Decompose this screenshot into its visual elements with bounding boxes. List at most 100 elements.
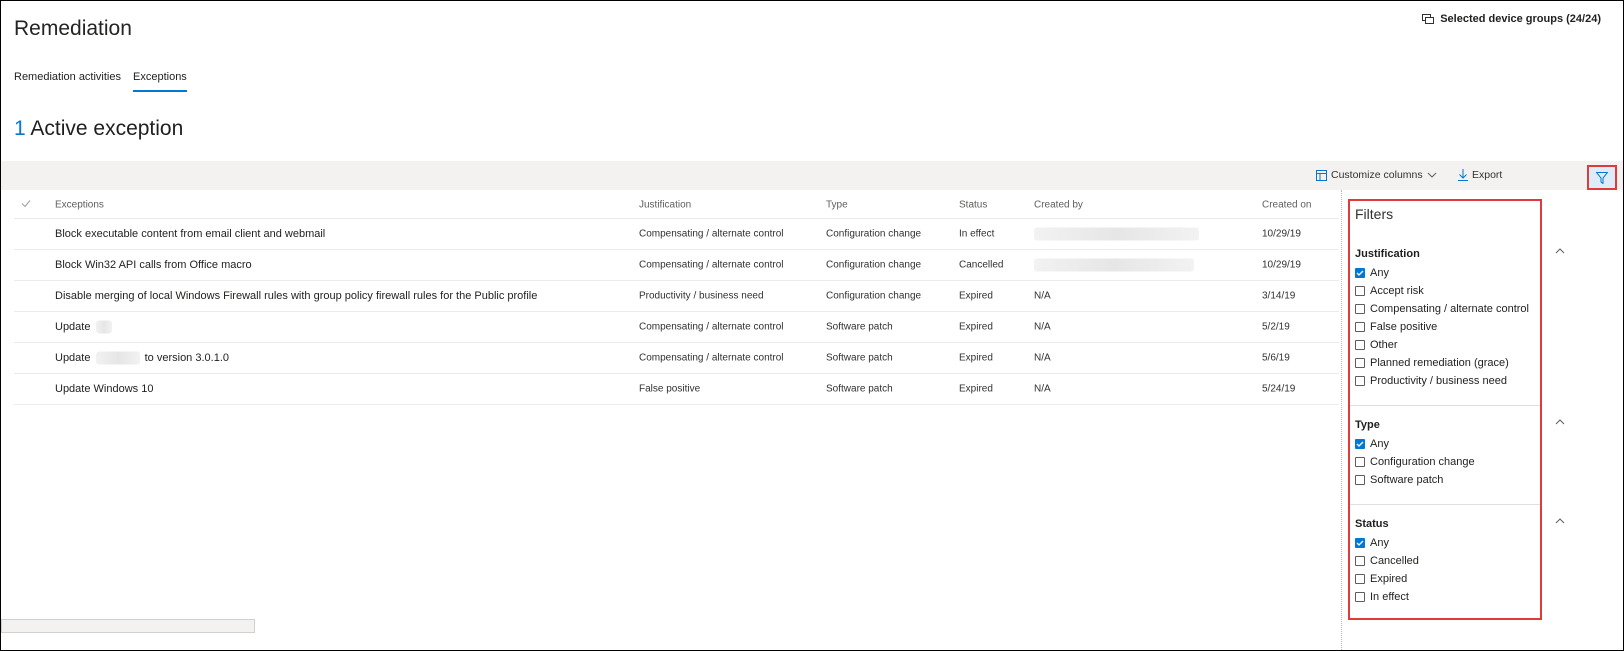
status-section-header[interactable]: Status <box>1355 518 1560 530</box>
export-button[interactable]: Export <box>1458 169 1502 181</box>
header-created-on[interactable]: Created on <box>1262 200 1311 211</box>
customize-columns-button[interactable]: Customize columns <box>1316 169 1437 181</box>
filter-option-in-effect[interactable]: In effect <box>1355 588 1565 606</box>
chevron-up-icon[interactable] <box>1555 419 1565 425</box>
table-row[interactable]: Update to version 3.0.1.0 Compensating /… <box>14 343 1339 374</box>
exception-count-label: Active exception <box>30 117 184 140</box>
filter-option-cancelled[interactable]: Cancelled <box>1355 552 1565 570</box>
checkbox[interactable] <box>1355 340 1365 350</box>
filter-section-status: Status Any Cancelled Expired In effect <box>1355 518 1565 606</box>
checkbox[interactable] <box>1355 475 1365 485</box>
section-divider <box>1350 405 1540 406</box>
tab-remediation-activities[interactable]: Remediation activities <box>14 71 121 92</box>
type-cell: Software patch <box>826 321 893 333</box>
header-created-by[interactable]: Created by <box>1034 200 1083 211</box>
checkbox-checked[interactable] <box>1355 538 1365 548</box>
exception-name[interactable]: Block Win32 API calls from Office macro <box>55 259 252 271</box>
filter-option-false-positive[interactable]: False positive <box>1355 318 1565 336</box>
checkbox[interactable] <box>1355 457 1365 467</box>
device-groups-button[interactable]: Selected device groups (24/24) <box>1422 13 1601 25</box>
option-label: Any <box>1370 267 1389 279</box>
checkbox[interactable] <box>1355 376 1365 386</box>
filter-option-productivity[interactable]: Productivity / business need <box>1355 372 1565 390</box>
exception-name[interactable]: Block executable content from email clie… <box>55 228 325 240</box>
filter-option-accept-risk[interactable]: Accept risk <box>1355 282 1565 300</box>
option-label: Any <box>1370 438 1389 450</box>
created-by-cell: N/A <box>1034 383 1051 395</box>
filter-section-justification: Justification Any Accept risk Compensati… <box>1355 248 1565 390</box>
filter-button[interactable] <box>1587 165 1617 190</box>
filter-option-compensating[interactable]: Compensating / alternate control <box>1355 300 1565 318</box>
justification-cell: Compensating / alternate control <box>639 259 784 271</box>
table-row[interactable]: Disable merging of local Windows Firewal… <box>14 281 1339 312</box>
type-section-header[interactable]: Type <box>1355 419 1560 431</box>
download-icon <box>1458 169 1468 181</box>
chevron-up-icon[interactable] <box>1555 518 1565 524</box>
type-cell: Software patch <box>826 383 893 395</box>
exception-name: Update <box>55 351 91 364</box>
filter-option-any[interactable]: Any <box>1355 435 1565 453</box>
filter-option-expired[interactable]: Expired <box>1355 570 1565 588</box>
checkbox[interactable] <box>1355 592 1365 602</box>
filter-option-software-patch[interactable]: Software patch <box>1355 471 1565 489</box>
type-section-label: Type <box>1355 419 1380 431</box>
checkbox-checked[interactable] <box>1355 268 1365 278</box>
justification-cell: Compensating / alternate control <box>639 228 784 240</box>
customize-columns-label: Customize columns <box>1331 169 1423 181</box>
option-label: Other <box>1370 339 1398 351</box>
exceptions-table: Exceptions Justification Type Status Cre… <box>14 192 1339 405</box>
exception-name-cell[interactable]: Update <box>55 320 112 334</box>
export-label: Export <box>1472 169 1503 181</box>
created-by-cell: N/A <box>1034 352 1051 364</box>
select-all-checkmark-icon[interactable] <box>21 200 31 211</box>
tab-exceptions[interactable]: Exceptions <box>133 71 187 92</box>
option-label: Configuration change <box>1370 456 1475 468</box>
filters-title: Filters <box>1355 206 1394 222</box>
status-cell: Expired <box>959 352 993 364</box>
checkbox[interactable] <box>1355 304 1365 314</box>
checkbox[interactable] <box>1355 556 1365 566</box>
exception-name-cell[interactable]: Update to version 3.0.1.0 <box>55 351 229 365</box>
table-row[interactable]: Update Windows 10 False positive Softwar… <box>14 374 1339 405</box>
checkbox-checked[interactable] <box>1355 439 1365 449</box>
type-cell: Configuration change <box>826 259 922 271</box>
chevron-down-icon <box>1427 172 1436 178</box>
filter-option-configuration-change[interactable]: Configuration change <box>1355 453 1565 471</box>
chevron-up-icon[interactable] <box>1555 248 1565 254</box>
checkbox[interactable] <box>1355 286 1365 296</box>
created-on-cell: 10/29/19 <box>1262 259 1301 271</box>
justification-cell: Compensating / alternate control <box>639 321 784 333</box>
filters-panel: Filters Justification Any Accept risk Co… <box>1348 199 1565 620</box>
tab-bar: Remediation activities Exceptions <box>14 71 187 92</box>
filter-option-any[interactable]: Any <box>1355 534 1565 552</box>
option-label: Software patch <box>1370 474 1444 486</box>
active-exception-count: 1 Active exception <box>14 117 183 141</box>
created-on-cell: 10/29/19 <box>1262 228 1301 240</box>
exception-name[interactable]: Update Windows 10 <box>55 383 153 395</box>
type-cell: Software patch <box>826 352 893 364</box>
filter-option-any[interactable]: Any <box>1355 264 1565 282</box>
exception-name[interactable]: Disable merging of local Windows Firewal… <box>55 290 537 302</box>
option-label: Planned remediation (grace) <box>1370 357 1509 369</box>
filter-option-other[interactable]: Other <box>1355 336 1565 354</box>
filter-option-planned-remediation[interactable]: Planned remediation (grace) <box>1355 354 1565 372</box>
checkbox[interactable] <box>1355 358 1365 368</box>
created-on-cell: 5/6/19 <box>1262 352 1290 364</box>
justification-section-header[interactable]: Justification <box>1355 248 1560 260</box>
table-row[interactable]: Block executable content from email clie… <box>14 219 1339 250</box>
created-by-redacted <box>1034 227 1199 241</box>
header-type[interactable]: Type <box>826 200 848 211</box>
checkbox[interactable] <box>1355 322 1365 332</box>
page-title: Remediation <box>14 17 132 40</box>
panel-divider <box>1341 190 1342 650</box>
header-exceptions[interactable]: Exceptions <box>55 200 104 211</box>
option-label: Cancelled <box>1370 555 1419 567</box>
status-cell: Expired <box>959 383 993 395</box>
header-status[interactable]: Status <box>959 200 987 211</box>
table-row[interactable]: Block Win32 API calls from Office macro … <box>14 250 1339 281</box>
table-row[interactable]: Update Compensating / alternate control … <box>14 312 1339 343</box>
device-groups-label: Selected device groups (24/24) <box>1440 13 1601 25</box>
header-justification[interactable]: Justification <box>639 200 691 211</box>
checkbox[interactable] <box>1355 574 1365 584</box>
redacted-text <box>95 320 112 334</box>
